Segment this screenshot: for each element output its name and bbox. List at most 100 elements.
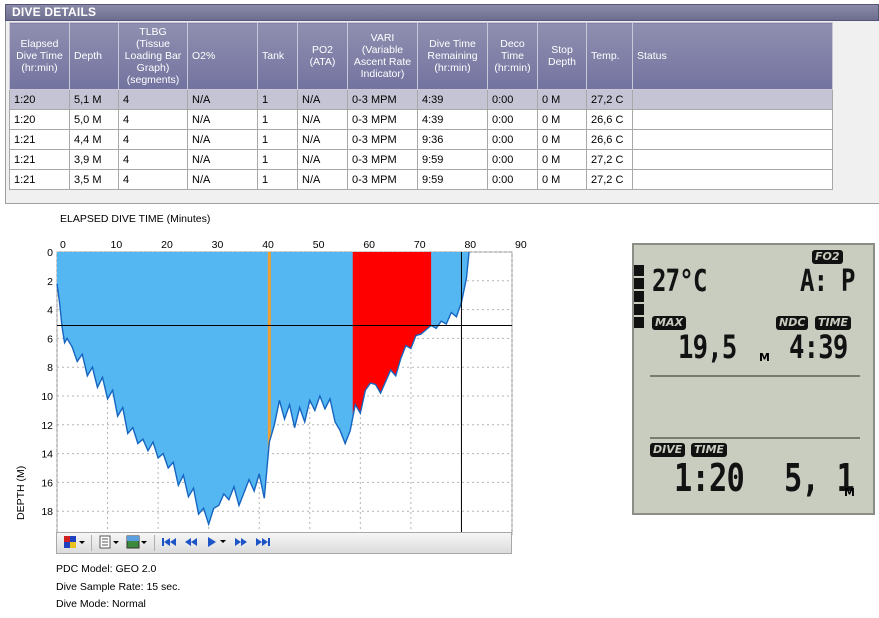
table-cell: 0 M <box>537 109 587 130</box>
table-cell: 1:21 <box>9 169 70 190</box>
lcd-bar-segment <box>634 317 644 328</box>
table-cell: 0-3 MPM <box>347 109 418 130</box>
table-cell: 1:21 <box>9 149 70 170</box>
table-cell: N/A <box>187 129 258 150</box>
toolbar-separator <box>91 535 92 551</box>
column-header[interactable]: PO2 (ATA) <box>297 22 348 90</box>
table-row[interactable]: 1:21 4,4 M 4 N/A 1 N/A 0-3 MPM 9:36 0:00 0 M 26,6 … <box>9 129 833 150</box>
table-cell: N/A <box>187 169 258 190</box>
table-cell: 0-3 MPM <box>347 169 418 190</box>
lcd-bar-segment <box>634 291 644 302</box>
panel-title: DIVE DETAILS <box>12 5 97 19</box>
lcd-ndc-time: 4:39 <box>789 328 848 366</box>
table-cell: 0:00 <box>487 169 538 190</box>
column-header[interactable]: Deco Time (hr:min) <box>487 22 538 90</box>
lcd-fo2-tag: FO2 <box>812 250 843 264</box>
toolbar-separator <box>154 535 155 551</box>
table-body: 1:20 5,1 M 4 N/A 1 N/A 0-3 MPM 4:39 0:00 0 M 27,2 … <box>9 89 833 190</box>
table-cell <box>632 129 833 150</box>
last-sample-button[interactable] <box>252 534 274 552</box>
lcd-depth-unit: M <box>844 486 855 499</box>
y-tick-label: 14 <box>41 449 53 461</box>
table-cell: 1:21 <box>9 129 70 150</box>
table-cell: 9:59 <box>417 149 488 170</box>
y-tick-label: 4 <box>47 305 53 317</box>
chart-x-title: ELAPSED DIVE TIME (Minutes) <box>60 213 211 225</box>
fast-forward-icon <box>233 536 249 551</box>
next-sample-button[interactable] <box>230 534 252 552</box>
column-header[interactable]: Dive Time Remaining (hr:min) <box>417 22 488 90</box>
table-cell: N/A <box>297 89 348 110</box>
table-cell: 4 <box>118 89 188 110</box>
play-icon <box>205 536 227 551</box>
column-header[interactable]: VARI (Variable Ascent Rate Indicator) <box>347 22 418 90</box>
y-axis-label: DEPTH (M) <box>15 466 27 520</box>
table-cell: 4 <box>118 129 188 150</box>
y-tick-label: 0 <box>47 247 53 259</box>
print-button[interactable] <box>95 534 123 552</box>
x-tick-label: 80 <box>464 239 476 251</box>
table-cell: 5,1 M <box>69 89 119 110</box>
y-tick-label: 10 <box>41 391 53 403</box>
first-sample-button[interactable] <box>158 534 180 552</box>
table-cell: 4,4 M <box>69 129 119 150</box>
table-cell: 0-3 MPM <box>347 89 418 110</box>
table-cell: 3,9 M <box>69 149 119 170</box>
x-tick-label: 10 <box>111 239 123 251</box>
lcd-divider <box>650 375 860 377</box>
table-cell: 4:39 <box>417 89 488 110</box>
color-scheme-button[interactable] <box>60 534 88 552</box>
column-header[interactable]: O2% <box>187 22 258 90</box>
table-cell <box>632 109 833 130</box>
table-row[interactable]: 1:21 3,5 M 4 N/A 1 N/A 0-3 MPM 9:59 0:00 0 M 27,2 … <box>9 169 833 190</box>
table-cell: 0 M <box>537 169 587 190</box>
column-header[interactable]: Tank <box>257 22 298 90</box>
lcd-dive-tag: DIVE <box>650 443 686 457</box>
table-cell: 26,6 C <box>586 129 633 150</box>
column-header[interactable]: Depth <box>69 22 119 90</box>
pdc-model-label: PDC Model: GEO 2.0 <box>56 563 157 575</box>
column-header[interactable]: Elapsed Dive Time (hr:min) <box>9 22 70 90</box>
table-cell: 26,6 C <box>586 109 633 130</box>
lcd-bar-segment <box>634 304 644 315</box>
table-cell: N/A <box>187 109 258 130</box>
lcd-max-unit: M <box>759 351 770 364</box>
table-cell: 9:36 <box>417 129 488 150</box>
column-header[interactable]: Temp. <box>586 22 633 90</box>
table-cell: 9:59 <box>417 169 488 190</box>
y-tick-label: 16 <box>41 477 53 489</box>
table-cell: 27,2 C <box>586 89 633 110</box>
table-cell <box>632 149 833 170</box>
table-cell: 0:00 <box>487 109 538 130</box>
x-tick-label: 90 <box>515 239 527 251</box>
x-tick-label: 60 <box>363 239 375 251</box>
column-header[interactable]: Stop Depth <box>537 22 587 90</box>
x-tick-label: 0 <box>60 239 66 251</box>
play-button[interactable] <box>202 534 230 552</box>
y-tick-label: 8 <box>47 362 53 374</box>
column-header[interactable]: Status <box>632 22 833 90</box>
table-cell <box>632 89 833 110</box>
dive-profile-chart[interactable]: 010203040506070809002468101214161820DEPT… <box>0 225 560 535</box>
table-cell: 4 <box>118 109 188 130</box>
lcd-bar-segment <box>634 278 644 289</box>
table-cell: 4 <box>118 149 188 170</box>
rewind-icon <box>183 536 199 551</box>
column-header[interactable]: TLBG (Tissue Loading Bar Graph) (segment… <box>118 22 188 90</box>
lcd-divider <box>650 437 860 439</box>
graph-toolbar <box>56 532 512 554</box>
previous-sample-button[interactable] <box>180 534 202 552</box>
table-cell: 5,0 M <box>69 109 119 130</box>
lcd-fo2-value: A: P <box>800 264 855 299</box>
table-row[interactable]: 1:21 3,9 M 4 N/A 1 N/A 0-3 MPM 9:59 0:00 0 M 27,2 … <box>9 149 833 170</box>
table-cell <box>632 169 833 190</box>
table-cell: 27,2 C <box>586 149 633 170</box>
table-cell: 3,5 M <box>69 169 119 190</box>
table-row[interactable]: 1:20 5,0 M 4 N/A 1 N/A 0-3 MPM 4:39 0:00 0 M 26,6 … <box>9 109 833 130</box>
export-image-button[interactable] <box>123 534 151 552</box>
y-tick-label: 2 <box>47 276 53 288</box>
table-cell: 1:20 <box>9 89 70 110</box>
table-row[interactable]: 1:20 5,1 M 4 N/A 1 N/A 0-3 MPM 4:39 0:00 0 M 27,2 … <box>9 89 833 110</box>
table-cell: 0-3 MPM <box>347 149 418 170</box>
table-cell: 27,2 C <box>586 169 633 190</box>
